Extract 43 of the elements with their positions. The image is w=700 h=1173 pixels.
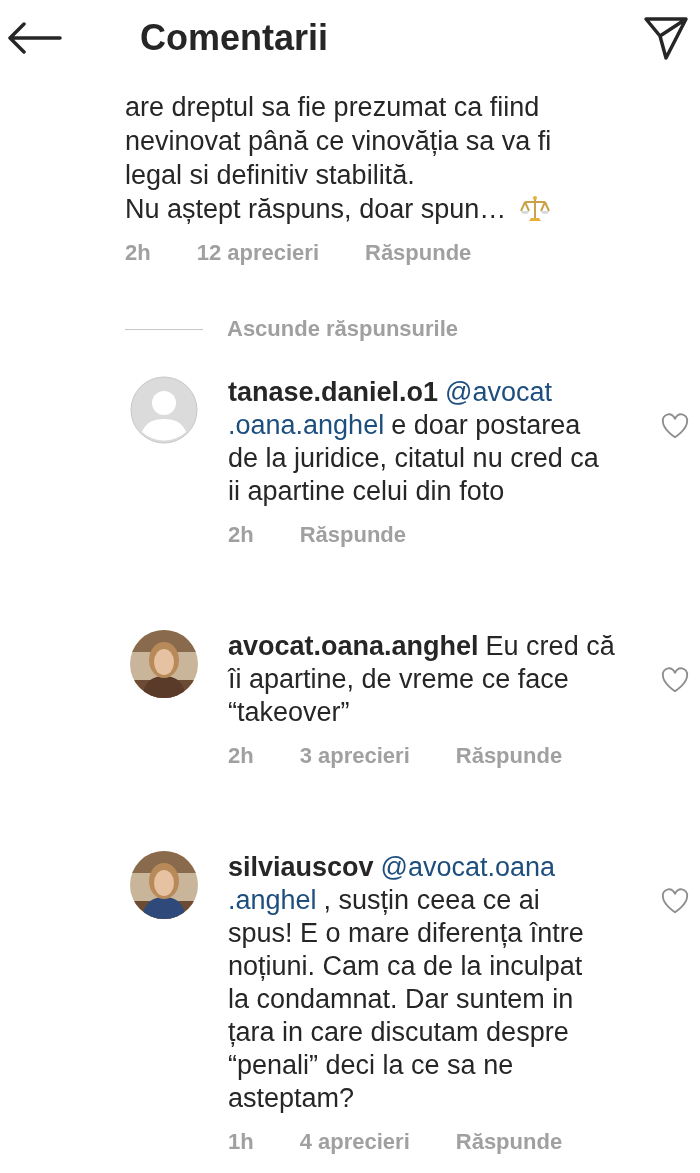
reply-link[interactable]: Răspunde: [299, 520, 407, 550]
hide-replies-link[interactable]: Ascunde răspunsurile: [227, 316, 459, 342]
comment-time: 2h: [125, 239, 151, 267]
likes-count[interactable]: 12 aprecieri: [196, 238, 319, 268]
username[interactable]: avocat.oana.anghel: [228, 631, 479, 661]
username[interactable]: tanase.daniel.o1: [228, 377, 439, 407]
comment-text: spus! E o mare diferența între: [228, 918, 584, 948]
comment-text: țara in care discutam despre: [228, 1017, 569, 1047]
comment-time: 2h: [228, 521, 254, 549]
heart-icon[interactable]: [660, 412, 690, 440]
reply-link[interactable]: Răspunde: [365, 238, 472, 268]
comment-text: “penali” deci la ce sa ne: [228, 1050, 514, 1080]
comment-text: , susțin ceea ce ai: [323, 885, 540, 915]
mention-link[interactable]: @avocat: [445, 377, 553, 407]
comment-text: legal si definitiv stabilită.: [125, 159, 415, 192]
comment-text: asteptam?: [228, 1083, 355, 1113]
likes-count[interactable]: 3 aprecieri: [299, 741, 410, 771]
likes-count[interactable]: 4 aprecieri: [299, 1127, 410, 1157]
comment-text: noțiuni. Cam ca de la inculpat: [228, 951, 583, 981]
mention-link[interactable]: @avocat.oana: [380, 852, 556, 882]
comment-time: 1h: [228, 1128, 254, 1156]
comment-text: Eu cred că: [485, 631, 615, 661]
comment-text: “takeover”: [228, 697, 350, 727]
mention-link[interactable]: .oana.anghel: [228, 410, 385, 440]
send-icon[interactable]: [642, 14, 690, 62]
heart-icon[interactable]: [660, 887, 690, 915]
balance-scale-icon: [520, 194, 550, 224]
back-arrow-icon[interactable]: [6, 22, 62, 54]
comment-text: îi apartine, de vreme ce face: [228, 664, 569, 694]
comment-text: nevinovat până ce vinovăția sa va fi: [125, 125, 552, 158]
comment-text: ii apartine celui din foto: [228, 476, 505, 506]
reply-link[interactable]: Răspunde: [455, 1127, 563, 1157]
mention-link[interactable]: .anghel: [228, 885, 317, 915]
reply-link[interactable]: Răspunde: [455, 741, 563, 771]
comment-text: are dreptul sa fie prezumat ca fiind: [125, 91, 540, 124]
comment-time: 2h: [228, 742, 254, 770]
username[interactable]: silviauscov: [228, 852, 374, 882]
comment-text: Nu aștept răspuns, doar spun…: [125, 193, 507, 226]
comment-text: e doar postarea: [391, 410, 581, 440]
comment-text: la condamnat. Dar suntem in: [228, 984, 574, 1014]
comment-text: de la juridice, citatul nu cred ca: [228, 443, 599, 473]
heart-icon[interactable]: [660, 666, 690, 694]
page-title: Comentarii: [140, 17, 330, 59]
